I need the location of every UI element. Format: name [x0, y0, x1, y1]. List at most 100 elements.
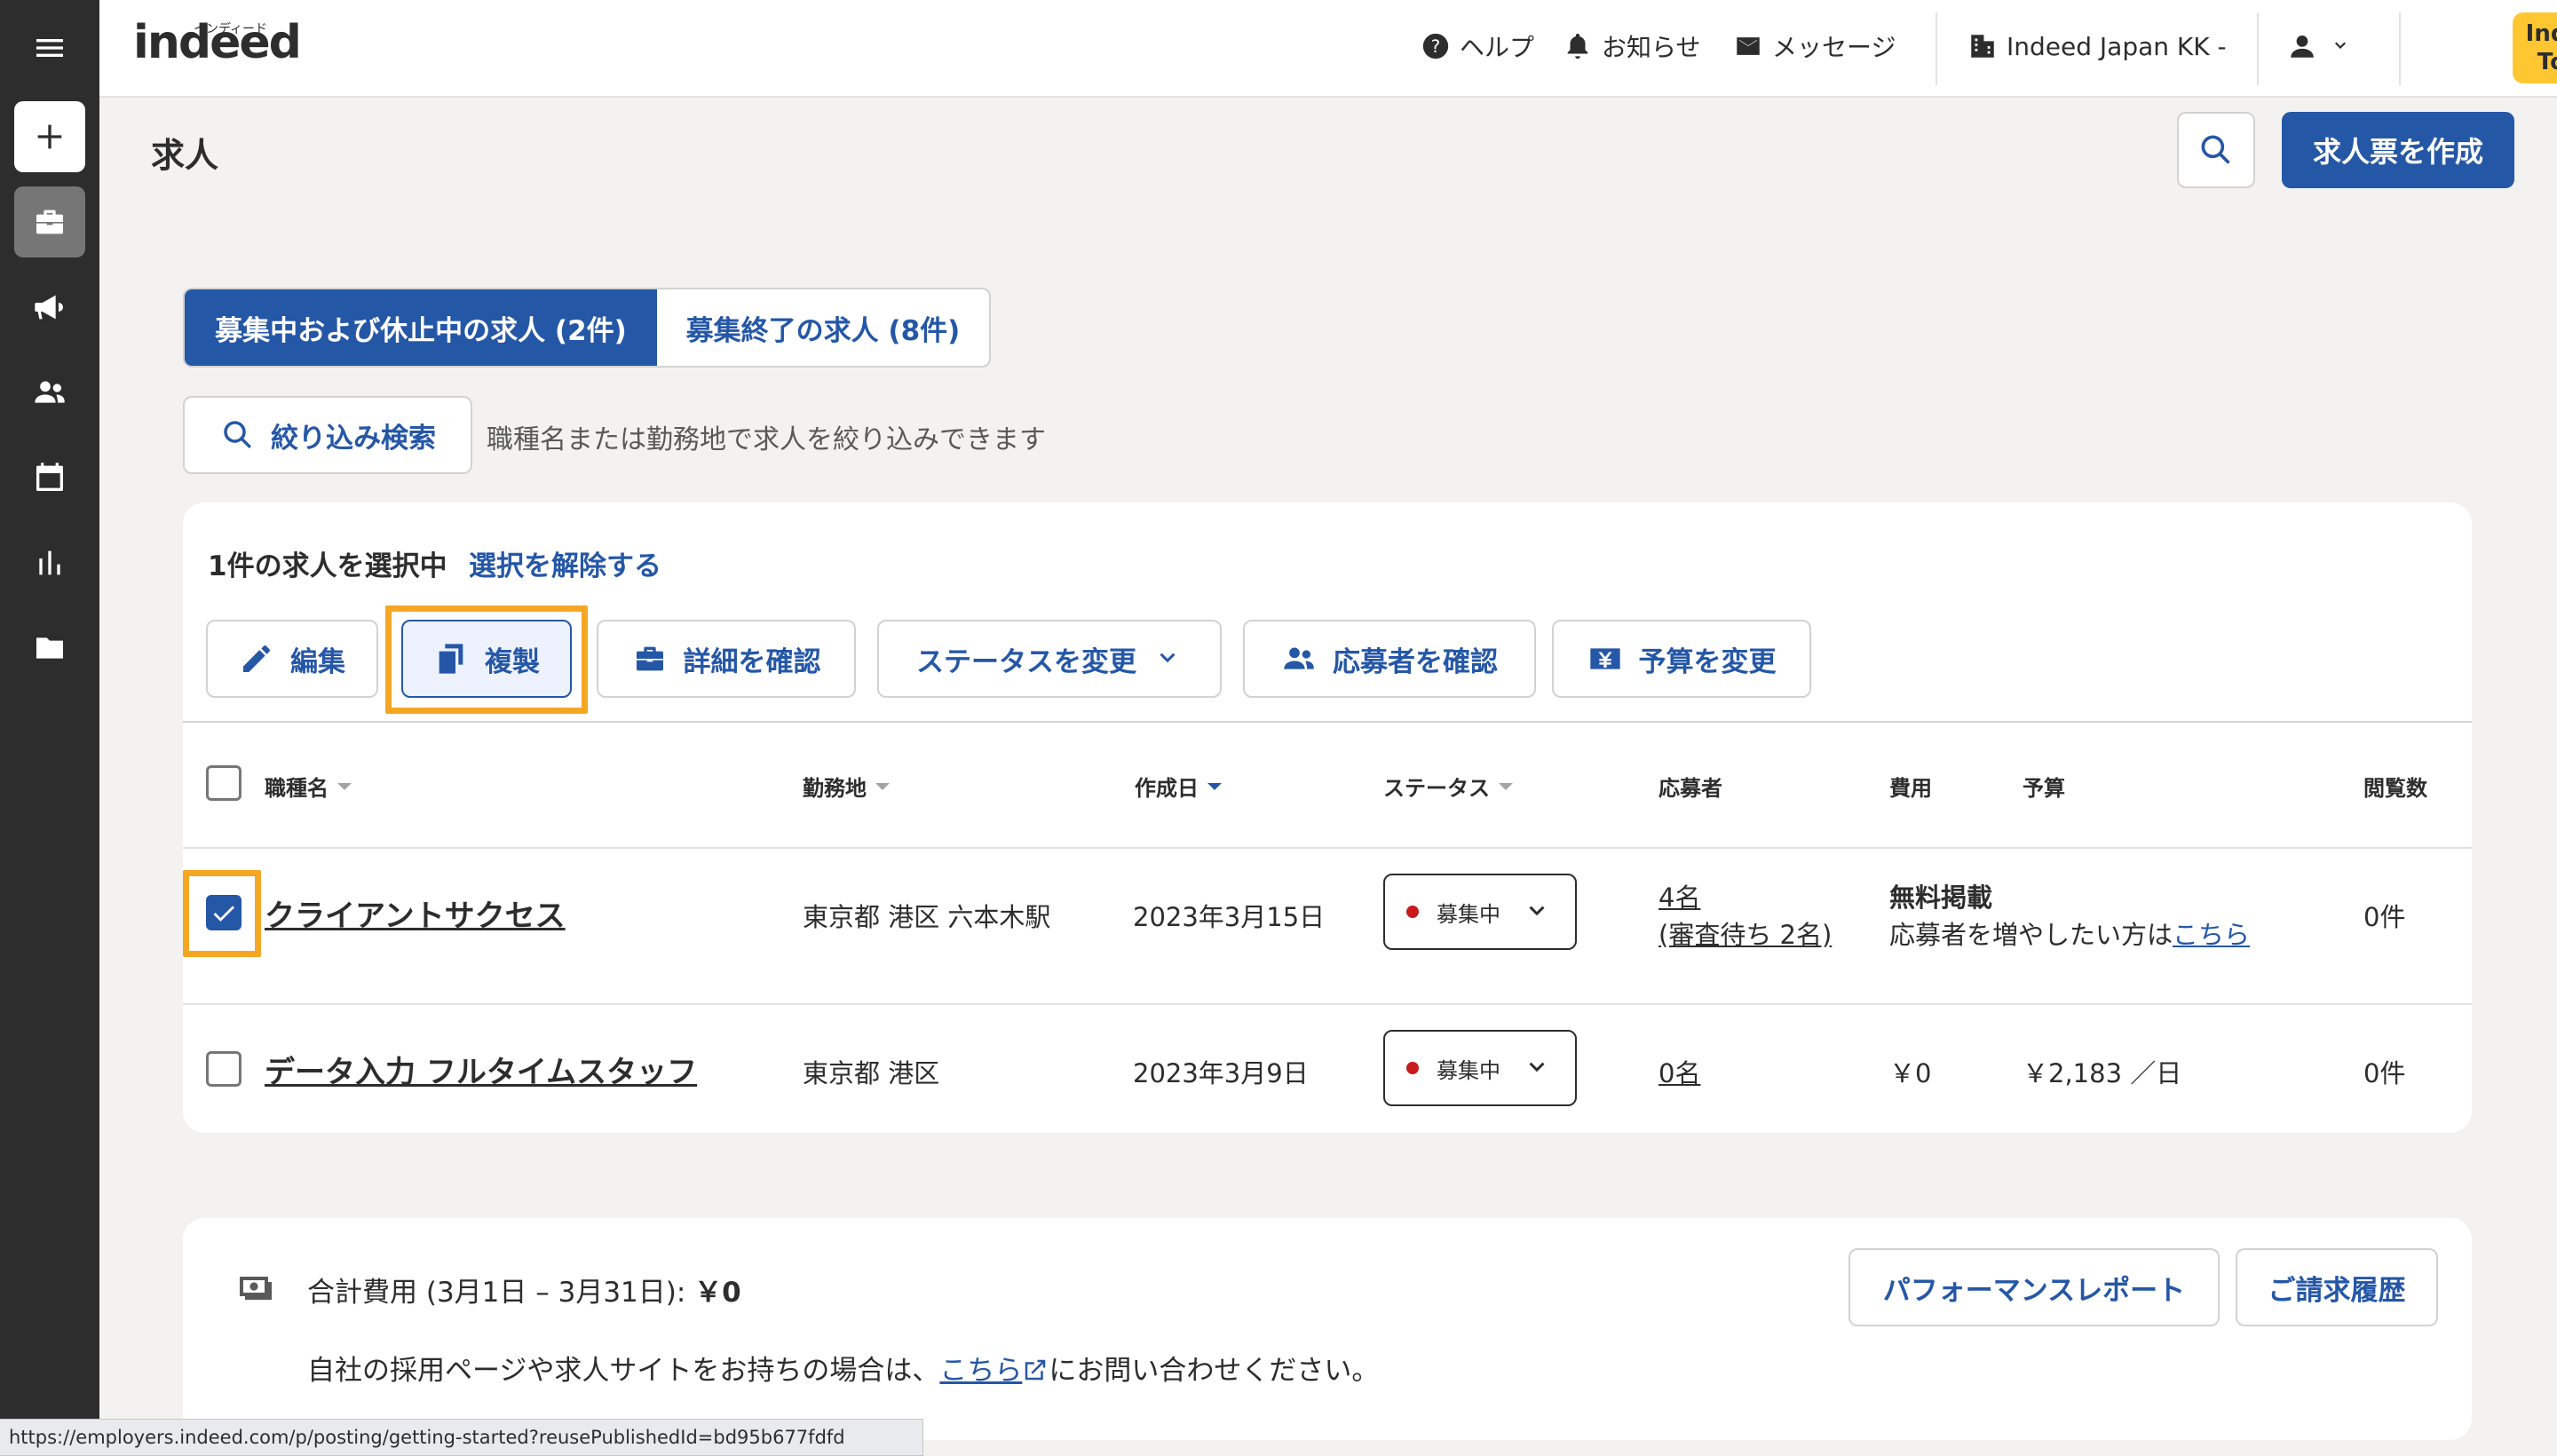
status-dropdown[interactable]: 募集中 — [1383, 874, 1577, 950]
status-label: 募集中 — [1437, 901, 1500, 927]
divider — [2399, 12, 2401, 85]
create-job-button[interactable]: 求人票を作成 — [2282, 112, 2514, 188]
people-icon — [1284, 647, 1314, 669]
col-status-label: ステータス — [1383, 776, 1490, 801]
folder-icon[interactable] — [14, 613, 85, 684]
col-status-header[interactable]: ステータス — [1383, 771, 1513, 802]
filter-label: 絞り込み検索 — [271, 422, 436, 455]
details-button[interactable]: 詳細を確認 — [597, 620, 856, 698]
analytics-icon[interactable] — [14, 527, 85, 598]
filter-hint: 職種名または勤務地で求人を絞り込みできます — [487, 424, 1046, 455]
cost-title: 無料掲載 — [1889, 882, 1993, 913]
edit-button[interactable]: 編集 — [206, 620, 378, 698]
col-title-label: 職種名 — [265, 776, 329, 801]
job-title-link[interactable]: データ入力 フルタイムスタッフ — [265, 1048, 697, 1091]
link-preview-url: https://employers.indeed.com/p/posting/g… — [0, 1419, 923, 1456]
job-status-tabs: 募集中および休止中の求人 (2件) 募集終了の求人 (8件) — [183, 288, 991, 368]
check-icon — [213, 906, 235, 922]
total-cost-label: 合計費用 (3月1日 – 3月31日): — [307, 1277, 686, 1309]
total-cost: 合計費用 (3月1日 – 3月31日): ￥0 — [307, 1270, 741, 1310]
edit-label: 編集 — [290, 645, 345, 678]
applicants-count-link[interactable]: 4名 — [1658, 877, 1700, 914]
status-dot — [1406, 906, 1419, 918]
applicants-button[interactable]: 応募者を確認 — [1243, 620, 1536, 698]
col-views-label: 閲覧数 — [2363, 776, 2427, 801]
svg-text:?: ? — [1431, 36, 1441, 57]
divider — [1936, 12, 1937, 85]
company-name: Indeed Japan KK - — [2007, 31, 2227, 61]
row-divider — [183, 1003, 2472, 1005]
notifications-link[interactable]: お知らせ — [1563, 27, 1700, 66]
select-all-checkbox[interactable] — [206, 765, 241, 801]
col-cost-label: 費用 — [1889, 776, 1932, 801]
menu-icon[interactable] — [14, 12, 85, 83]
applicants-pending-link[interactable]: (審査待ち 2名) — [1658, 914, 1832, 952]
tab-closed-jobs[interactable]: 募集終了の求人 (8件) — [657, 289, 989, 366]
people-icon[interactable] — [14, 357, 85, 428]
status-label: 募集中 — [1437, 1057, 1500, 1083]
change-status-label: ステータスを変更 — [916, 645, 1136, 678]
top-bar: indeed インディード ? ヘルプ お知らせ メッセージ Indeed Ja… — [99, 0, 2557, 98]
sort-icon — [875, 782, 890, 790]
table-divider — [183, 721, 2472, 723]
contact-note-after: にお問い合わせください。 — [1049, 1355, 1380, 1387]
col-location-header[interactable]: 勤務地 — [803, 771, 890, 802]
external-link-icon — [1025, 1359, 1046, 1381]
person-icon — [2291, 35, 2314, 58]
building-icon — [1971, 35, 1994, 58]
row-checkbox[interactable] — [206, 895, 241, 930]
change-status-button[interactable]: ステータスを変更 — [877, 620, 1222, 698]
search-icon — [224, 421, 252, 449]
filter-search-button[interactable]: 絞り込み検索 — [183, 396, 472, 474]
cost-note-text: 応募者を増やしたい方は — [1889, 920, 2173, 950]
duplicate-button[interactable]: 複製 — [401, 620, 572, 698]
indeed-tools-button[interactable]: Indeed Tools — [2513, 12, 2557, 83]
clear-selection-link[interactable]: 選択を解除する — [469, 543, 661, 583]
chevron-down-icon — [1160, 653, 1176, 663]
col-created-header[interactable]: 作成日 — [1135, 771, 1222, 802]
pencil-icon — [243, 645, 270, 672]
sort-icon — [337, 782, 352, 790]
col-title-header[interactable]: 職種名 — [265, 771, 352, 802]
search-icon — [2201, 135, 2230, 164]
applicants-label: 応募者を確認 — [1333, 645, 1498, 678]
sort-icon — [1499, 782, 1513, 790]
megaphone-icon[interactable] — [14, 272, 85, 343]
help-link[interactable]: ? ヘルプ — [1421, 27, 1534, 66]
budget-button[interactable]: 予算を変更 — [1552, 620, 1811, 698]
messages-link[interactable]: メッセージ — [1733, 27, 1896, 66]
yen-icon — [1589, 648, 1620, 669]
tools-line1: Indeed — [2525, 20, 2557, 47]
col-cost-header: 費用 — [1889, 771, 1932, 802]
search-button[interactable] — [2177, 112, 2255, 188]
cost-upgrade-link[interactable]: こちら — [2173, 920, 2250, 950]
calendar-icon[interactable] — [14, 442, 85, 513]
help-label: ヘルプ — [1460, 33, 1535, 62]
row-checkbox[interactable] — [206, 1051, 241, 1087]
contact-link[interactable]: こちら — [939, 1355, 1049, 1387]
col-location-label: 勤務地 — [803, 776, 867, 801]
chevron-down-icon — [2335, 42, 2346, 49]
chevron-down-icon — [1529, 1062, 1545, 1072]
account-menu[interactable] — [2287, 27, 2351, 66]
applicants-count-link[interactable]: 0名 — [1658, 1053, 1700, 1090]
job-title-link[interactable]: クライアントサクセス — [265, 891, 566, 935]
divider — [2257, 12, 2259, 85]
contact-link-label: こちら — [939, 1355, 1023, 1387]
billing-history-button[interactable]: ご請求履歴 — [2236, 1248, 2438, 1326]
bell-icon — [1567, 33, 1588, 59]
cost-note: 応募者を増やしたい方はこちら — [1889, 914, 2250, 952]
company-switcher[interactable]: Indeed Japan KK - — [1967, 27, 2227, 66]
add-icon[interactable] — [14, 101, 85, 172]
jobs-card: 1件の求人を選択中 選択を解除する 編集 複製 詳細を確認 ステータスを変更 応… — [183, 502, 2472, 1133]
chevron-down-icon — [1529, 906, 1545, 916]
status-dropdown[interactable]: 募集中 — [1383, 1030, 1577, 1106]
details-label: 詳細を確認 — [683, 645, 821, 678]
copy-icon — [439, 644, 463, 674]
job-created-date: 2023年3月9日 — [1133, 1058, 1309, 1088]
messages-label: メッセージ — [1772, 33, 1896, 62]
tab-open-jobs[interactable]: 募集中および休止中の求人 (2件) — [185, 289, 657, 366]
briefcase-icon[interactable] — [14, 186, 85, 257]
performance-report-button[interactable]: パフォーマンスレポート — [1848, 1248, 2220, 1326]
job-views: 0件 — [2363, 902, 2406, 932]
